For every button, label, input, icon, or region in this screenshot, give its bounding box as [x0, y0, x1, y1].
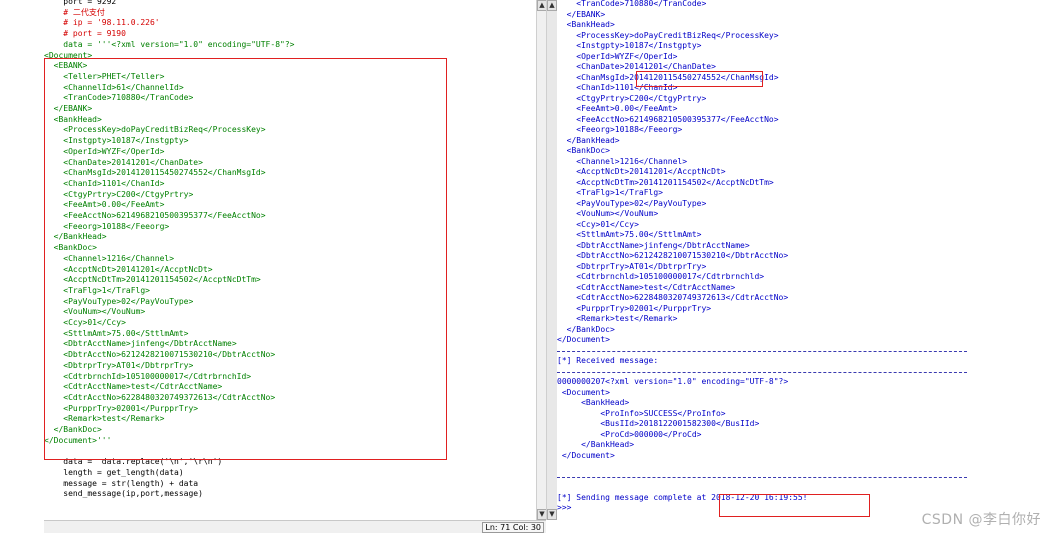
text-line: <ProInfo>SUCCESS</ProInfo>	[557, 408, 726, 418]
text-line: <CdtrAcctNo>6228480320749372613</CdtrAcc…	[557, 293, 789, 302]
scroll-up-arrow-icon[interactable]: ▲	[547, 0, 557, 11]
text-line: <PayVouType>02</PayVouType>	[557, 198, 707, 208]
text-line: <BankHead>	[557, 398, 630, 407]
text-line: # 二代支付	[44, 7, 105, 17]
text-line: <VouNum></VouNum>	[557, 209, 659, 218]
text-line: data = '''<?xml version="1.0" encoding="…	[44, 39, 295, 49]
separator-line	[557, 476, 967, 478]
text-line: <CtgyPrtry>C200</CtgyPrtry>	[557, 93, 707, 103]
text-line: <OperId>WYZF</OperId>	[557, 51, 678, 61]
text-line: [*] Received message:	[557, 356, 659, 365]
text-line: </BankHead>	[557, 135, 620, 145]
text-line: <DbtrAcctNo>6212428210071530210</DbtrAcc…	[557, 251, 789, 260]
text-line: <Cdtrbrnchld>105100000017</Cdtrbrnchld>	[557, 272, 765, 281]
text-line: <ProcessKey>doPayCreditBizReq</ProcessKe…	[557, 30, 779, 40]
timestamp-highlight-box	[719, 494, 870, 517]
text-line: # ip = '98.11.0.226'	[44, 18, 160, 28]
shell-output[interactable]: <TranCode>710880</TranCode> </EBANK> <Ba…	[557, 0, 1032, 520]
text-line: </Document>	[557, 450, 615, 460]
text-line: message = str(length) + data	[44, 478, 199, 488]
text-line: <Remark>test</Remark>	[557, 314, 678, 323]
text-line: <TraFlg>1</TraFlg>	[557, 188, 663, 197]
separator-line	[557, 371, 967, 373]
separator-line	[557, 350, 967, 352]
text-line: <ProCd>000000</ProCd>	[557, 429, 702, 439]
text-line: <SttlmAmt>75.00</SttlmAmt>	[557, 230, 702, 239]
text-line: <Ccy>01</Ccy>	[557, 219, 639, 229]
text-line: </BankDoc>	[557, 324, 615, 334]
text-line: <AccptNcDt>20141201</AccptNcDt>	[557, 167, 726, 176]
text-line: <AccptNcDtTm>20141201154502</AccptNcDtTm…	[557, 177, 774, 187]
scroll-down-arrow-icon[interactable]: ▼	[547, 509, 557, 520]
text-line: >>>	[557, 503, 572, 512]
text-line: send_message(ip,port,message)	[44, 489, 203, 499]
text-line: <CdtrAcctName>test</CdtrAcctName>	[557, 282, 736, 292]
text-line: <BusIId>2018122001582300</BusIId>	[557, 419, 760, 428]
watermark: CSDN @李白你好	[921, 512, 1041, 528]
text-line: length = get_length(data)	[44, 467, 184, 477]
text-line: </EBANK>	[557, 9, 606, 19]
text-line: <FeeAcctNo>6214968210500395377</FeeAcctN…	[557, 114, 779, 124]
text-line: <DbtrprTry>AT01</DbtrprTry>	[557, 261, 707, 271]
text-line: # port = 9190	[44, 29, 126, 39]
text-line: port = 9292	[44, 0, 117, 6]
text-line: <TranCode>710880</TranCode>	[557, 0, 707, 8]
text-line: </Document>	[557, 335, 610, 344]
text-line: <DbtrAcctName>jinfeng</DbtrAcctName>	[557, 240, 750, 250]
text-line: <PurpprTry>02001</PurpprTry>	[557, 303, 712, 313]
shell-scrollbar[interactable]: ▲ ▼	[546, 0, 557, 520]
text-line: <Feeorg>10188</Feeorg>	[557, 125, 683, 134]
text-line: <Channel>1216</Channel>	[557, 156, 688, 166]
text-line: 0000000207<?xml version="1.0" encoding="…	[557, 377, 789, 386]
text-line: </BankHead>	[557, 440, 635, 449]
xml-highlight-box	[44, 58, 447, 460]
code-editor[interactable]: port = 9292 # 二代支付 # ip = '98.11.0.226' …	[44, 0, 536, 520]
text-line: <Instgpty>10187</Instgpty>	[557, 41, 702, 50]
text-line: <BankHead>	[557, 20, 615, 29]
cursor-position: Ln: 71 Col: 30	[482, 522, 544, 533]
status-bar: Ln: 71 Col: 30	[44, 520, 546, 533]
text-line: <FeeAmt>0.00</FeeAmt>	[557, 104, 678, 113]
text-line: <Document>	[557, 387, 610, 397]
chanmsgid-highlight-box	[636, 71, 763, 87]
text-line: <BankDoc>	[557, 146, 610, 155]
